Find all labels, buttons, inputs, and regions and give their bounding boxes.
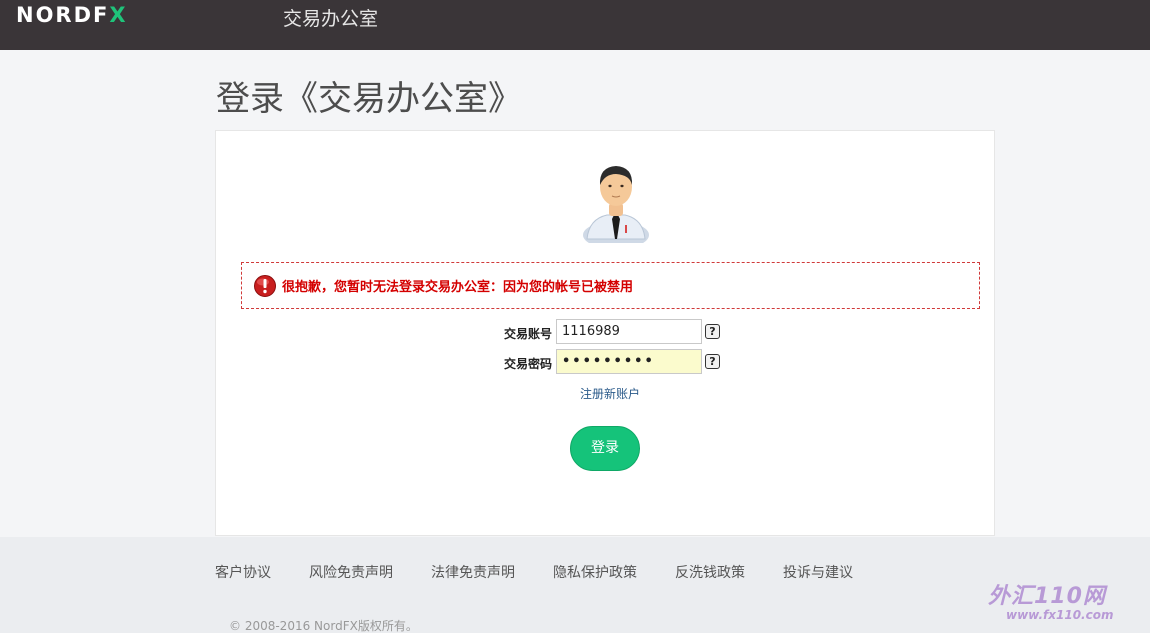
footer-links: 客户协议 风险免责声明 法律免责声明 隐私保护政策 反洗钱政策 投诉与建议 xyxy=(215,562,891,582)
copyright-text: © 2008-2016 NordFX版权所有。 xyxy=(229,619,418,633)
account-input[interactable] xyxy=(556,319,702,344)
watermark-main: 外汇110网 xyxy=(988,584,1106,609)
top-header: NORD FX 交易办公室 xyxy=(0,0,1150,50)
login-panel: 很抱歉，您暂时无法登录交易办公室：因为您的帐号已被禁用 交易账号 ? 交易密码 … xyxy=(215,130,995,536)
login-button[interactable]: 登录 xyxy=(570,426,640,471)
footer-link-aml-policy[interactable]: 反洗钱政策 xyxy=(675,562,745,582)
header-title: 交易办公室 xyxy=(283,8,379,30)
account-label: 交易账号 xyxy=(503,327,552,341)
footer-link-privacy-policy[interactable]: 隐私保护政策 xyxy=(553,562,637,582)
footer-link-complaints[interactable]: 投诉与建议 xyxy=(783,562,853,582)
fx110-watermark: 外汇110网 www.fx110.com xyxy=(988,578,1113,622)
page-title: 登录《交易办公室》 xyxy=(216,79,522,119)
password-label: 交易密码 xyxy=(503,357,552,371)
account-help-icon[interactable]: ? xyxy=(705,324,720,339)
password-input[interactable] xyxy=(556,349,702,374)
logo-text-x: X xyxy=(109,3,128,27)
user-avatar-icon xyxy=(583,166,649,243)
error-message-box: 很抱歉，您暂时无法登录交易办公室：因为您的帐号已被禁用 xyxy=(241,262,980,309)
footer: 客户协议 风险免责声明 法律免责声明 隐私保护政策 反洗钱政策 投诉与建议 © … xyxy=(0,537,1150,633)
error-text: 很抱歉，您暂时无法登录交易办公室：因为您的帐号已被禁用 xyxy=(282,280,634,295)
footer-link-client-agreement[interactable]: 客户协议 xyxy=(215,562,271,582)
nordfx-logo[interactable]: NORD FX xyxy=(16,3,128,27)
password-row: 交易密码 ? xyxy=(216,349,996,375)
watermark-url: www.fx110.com xyxy=(1006,608,1114,622)
logo-text-nord: NORD xyxy=(16,3,94,27)
register-link[interactable]: 注册新账户 xyxy=(580,385,640,402)
logo-text-f: F xyxy=(93,3,110,27)
error-icon xyxy=(254,274,276,297)
account-row: 交易账号 ? xyxy=(216,319,996,345)
password-help-icon[interactable]: ? xyxy=(705,354,720,369)
footer-link-risk-disclaimer[interactable]: 风险免责声明 xyxy=(309,562,393,582)
footer-link-legal-disclaimer[interactable]: 法律免责声明 xyxy=(431,562,515,582)
